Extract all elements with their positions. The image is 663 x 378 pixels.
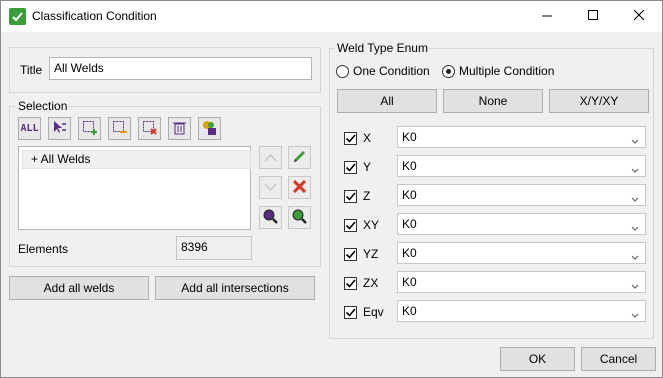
remove-item-button[interactable] — [288, 176, 311, 199]
multiple-condition-label: Multiple Condition — [459, 64, 555, 78]
select-none-button[interactable]: None — [443, 89, 543, 113]
weld-type-checkbox[interactable] — [344, 248, 357, 261]
close-icon — [633, 9, 645, 24]
weld-type-checkbox[interactable] — [344, 161, 357, 174]
dropdown-value: K0 — [402, 130, 417, 144]
weld-type-label: YZ — [363, 247, 379, 261]
weld-type-group-label: Weld Type Enum — [335, 41, 430, 55]
weld-type-label: Eqv — [363, 305, 384, 319]
elements-label: Elements — [18, 242, 69, 256]
zoom-out-button[interactable] — [259, 206, 282, 229]
chevron-down-icon — [631, 161, 639, 181]
add-box-icon — [82, 120, 97, 138]
weld-type-checkbox[interactable] — [344, 219, 357, 232]
select-xyxy-button[interactable]: X/Y/XY — [549, 89, 649, 113]
window-title: Classification Condition — [32, 9, 157, 23]
minimize-icon — [541, 10, 553, 24]
weld-type-label: X — [363, 131, 372, 145]
one-condition-label: One Condition — [353, 64, 430, 78]
cancel-button[interactable]: Cancel — [581, 347, 656, 371]
dropdown-value: K0 — [402, 246, 417, 260]
weld-type-dropdown[interactable]: K0 — [397, 271, 646, 293]
weld-type-label: ZX — [363, 276, 379, 290]
weld-type-checkbox[interactable] — [344, 306, 357, 319]
chevron-down-icon — [631, 248, 639, 268]
weld-type-checkbox[interactable] — [344, 190, 357, 203]
check-icon — [9, 8, 26, 25]
select-pointer-button[interactable] — [48, 117, 71, 140]
clear-box-icon — [142, 120, 157, 138]
title-input[interactable]: All Welds — [49, 57, 312, 80]
move-down-button[interactable] — [259, 176, 282, 199]
title-label: Title — [20, 63, 43, 77]
remove-box-icon — [112, 120, 127, 138]
chevron-down-icon — [631, 190, 639, 210]
maximize-icon — [587, 9, 599, 24]
dropdown-value: K0 — [402, 217, 417, 231]
add-all-welds-button[interactable]: Add all welds — [9, 276, 149, 300]
delete-button[interactable] — [168, 117, 191, 140]
close-button[interactable] — [616, 1, 662, 32]
dialog-window: Classification Condition Title All Welds… — [0, 0, 663, 378]
maximize-button[interactable] — [570, 1, 616, 32]
dropdown-value: K0 — [402, 188, 417, 202]
select-all-button[interactable]: ALL — [18, 117, 41, 140]
magnifier-purple-icon — [263, 209, 278, 227]
weld-type-checkbox[interactable] — [344, 132, 357, 145]
one-condition-radio[interactable] — [336, 65, 349, 78]
chevron-down-icon — [631, 219, 639, 239]
chevron-down-icon — [631, 277, 639, 297]
weld-type-checkbox[interactable] — [344, 277, 357, 290]
weld-type-label: Y — [363, 160, 372, 174]
save-selection-button[interactable] — [198, 117, 221, 140]
minimize-button[interactable] — [524, 1, 570, 32]
select-all-types-button[interactable]: All — [337, 89, 437, 113]
weld-type-label: Z — [363, 189, 371, 203]
weld-type-dropdown[interactable]: K0 — [397, 155, 646, 177]
edit-button[interactable] — [288, 146, 311, 169]
chevron-up-icon — [264, 151, 277, 165]
dropdown-value: K0 — [402, 304, 417, 318]
chevron-down-icon — [264, 181, 277, 195]
ok-button[interactable]: OK — [500, 347, 575, 371]
add-selection-button[interactable] — [78, 117, 101, 140]
multiple-condition-radio[interactable] — [442, 65, 455, 78]
chevron-down-icon — [631, 132, 639, 152]
save-icon — [202, 120, 217, 138]
magnifier-green-icon — [292, 209, 307, 227]
pencil-icon — [292, 149, 307, 167]
dropdown-value: K0 — [402, 159, 417, 173]
weld-type-dropdown[interactable]: K0 — [397, 184, 646, 206]
pointer-list-icon — [52, 120, 67, 138]
elements-count-field: 8396 — [176, 236, 252, 260]
all-text-icon: ALL — [20, 123, 39, 134]
weld-type-dropdown[interactable]: K0 — [397, 126, 646, 148]
title-bar: Classification Condition — [1, 1, 662, 32]
zoom-in-button[interactable] — [288, 206, 311, 229]
weld-type-dropdown[interactable]: K0 — [397, 300, 646, 322]
dropdown-value: K0 — [402, 275, 417, 289]
red-x-icon — [292, 179, 307, 196]
clear-selection-button[interactable] — [138, 117, 161, 140]
remove-selection-button[interactable] — [108, 117, 131, 140]
selection-list[interactable]: + All Welds — [18, 146, 251, 230]
weld-type-dropdown[interactable]: K0 — [397, 242, 646, 264]
weld-type-label: XY — [363, 218, 380, 232]
add-all-intersections-button[interactable]: Add all intersections — [155, 276, 315, 300]
chevron-down-icon — [631, 306, 639, 326]
trash-icon — [172, 120, 187, 138]
weld-type-dropdown[interactable]: K0 — [397, 213, 646, 235]
list-item[interactable]: + All Welds — [22, 150, 251, 169]
move-up-button[interactable] — [259, 146, 282, 169]
selection-group-label: Selection — [16, 99, 70, 113]
